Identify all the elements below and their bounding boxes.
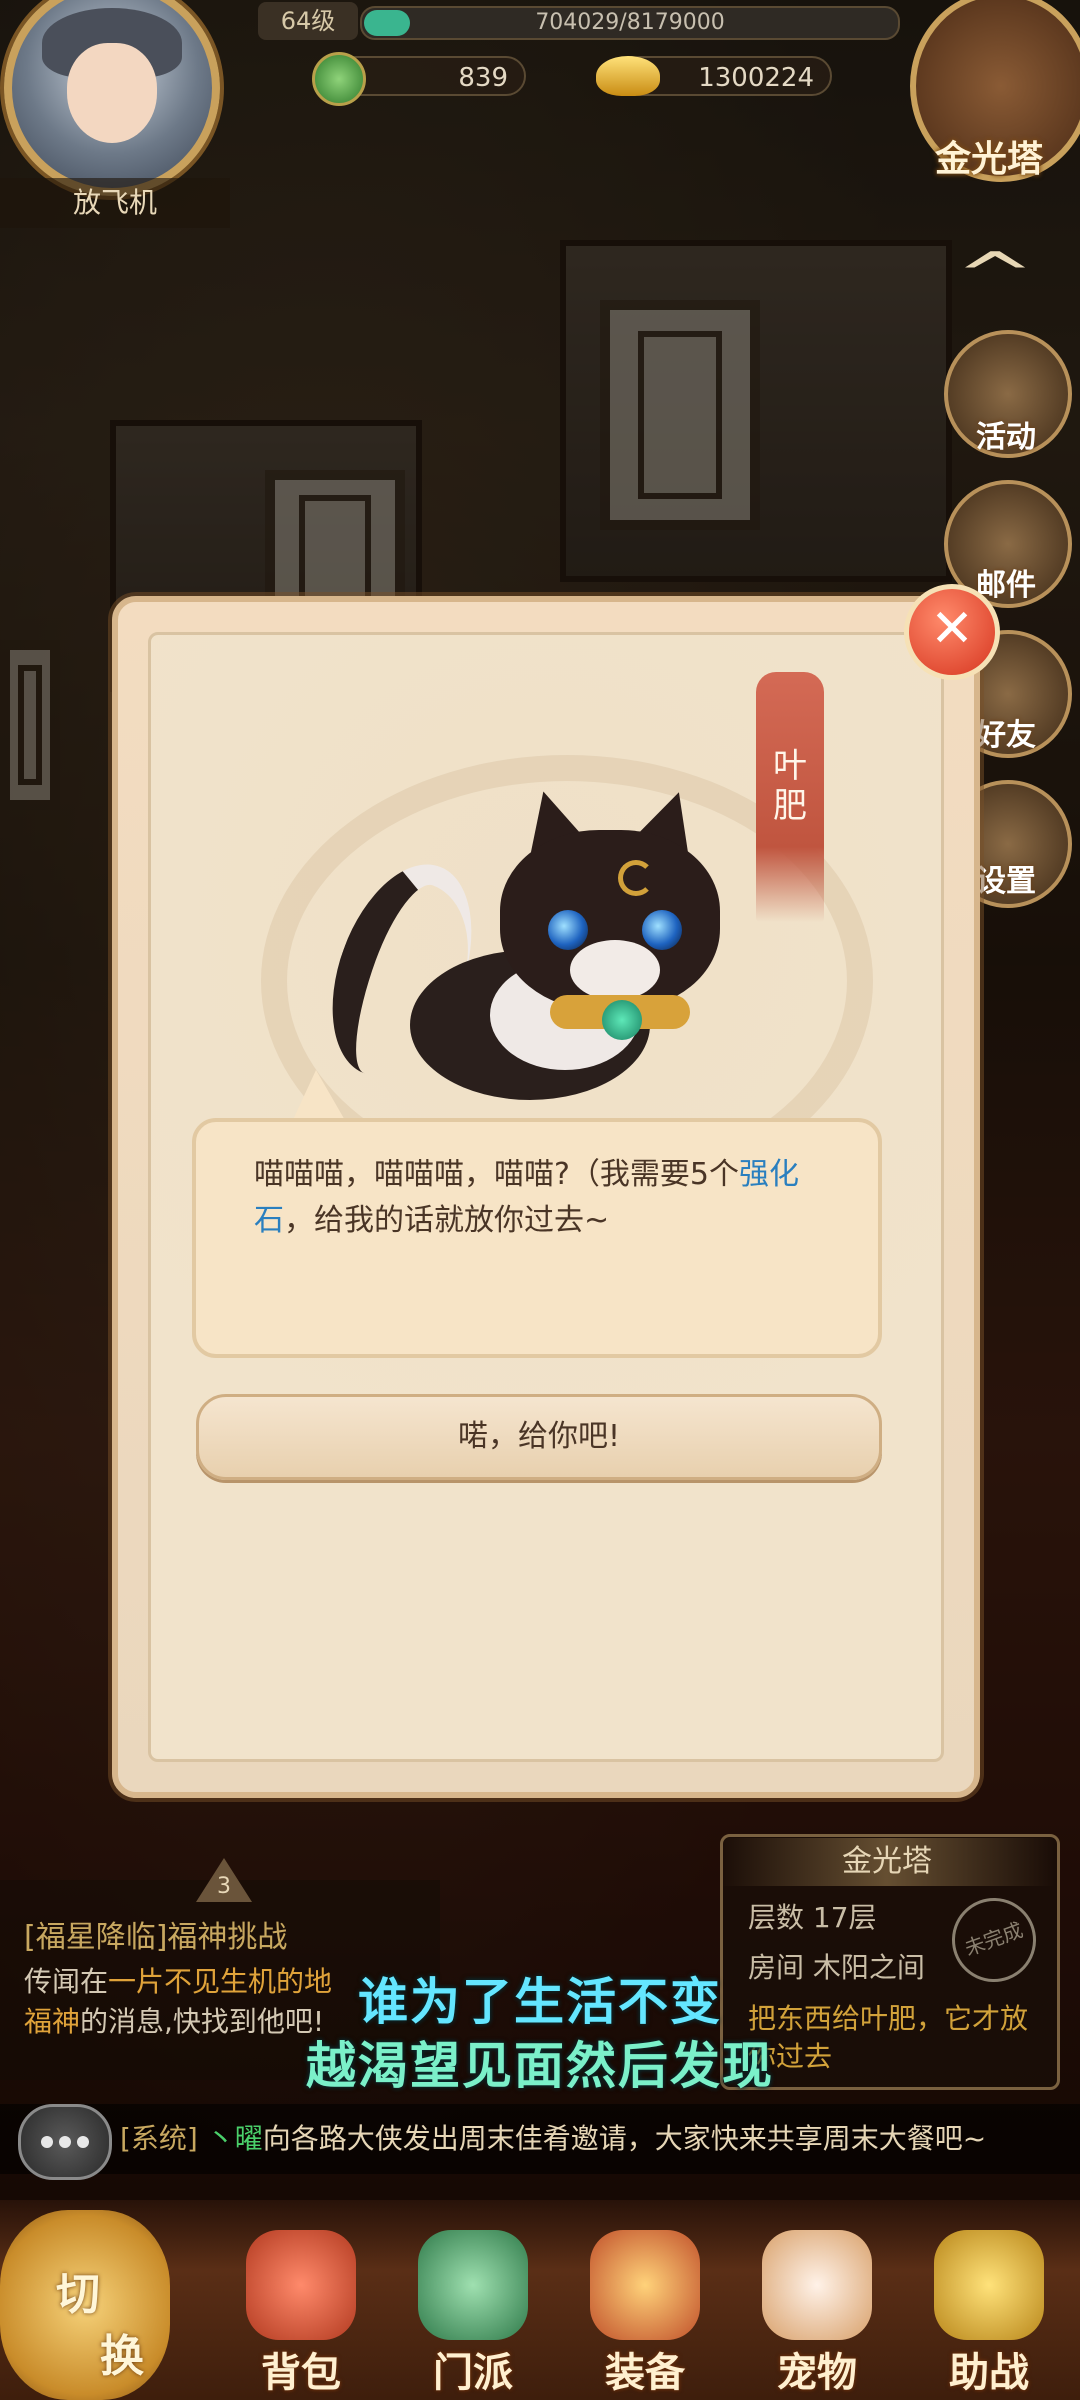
collapse-chevron-icon[interactable]: ^ bbox=[955, 240, 1035, 310]
switch-label-top: 切 bbox=[56, 2269, 100, 2320]
speech-bubble-tail bbox=[292, 1070, 346, 1122]
assist-icon bbox=[934, 2230, 1044, 2340]
pet-label: 宠物 bbox=[777, 2350, 857, 2396]
floor-number: 层数 17层 bbox=[748, 1901, 877, 1934]
chat-text: 向各路大侠发出周末佳肴邀请，大家快来共享周末大餐吧~ bbox=[262, 2122, 987, 2155]
pet-button[interactable]: 宠物 bbox=[742, 2230, 892, 2400]
speech-text-after: ，给我的话就放你过去~ bbox=[284, 1203, 610, 1238]
gold-ingot-icon bbox=[596, 56, 660, 96]
quest-title: [福星降临]福神挑战 bbox=[24, 1920, 288, 1955]
equipment-label: 装备 bbox=[605, 2350, 685, 2396]
bag-button[interactable]: 背包 bbox=[226, 2230, 376, 2400]
equipment-button[interactable]: 装备 bbox=[570, 2230, 720, 2400]
lyric-line-2: 越渴望见面然后发现 bbox=[306, 2037, 774, 2095]
assist-label: 助战 bbox=[949, 2350, 1029, 2396]
floor-info-title: 金光塔 bbox=[720, 1838, 1054, 1886]
pet-icon bbox=[762, 2230, 872, 2340]
equipment-icon bbox=[590, 2230, 700, 2340]
golden-tower-label: 金光塔 bbox=[935, 139, 1044, 180]
cat-muzzle bbox=[570, 940, 660, 1000]
activity-label: 活动 bbox=[976, 420, 1036, 455]
player-name: 放飞机 bbox=[0, 178, 230, 228]
close-dialog-button[interactable]: ✕ bbox=[904, 584, 1000, 680]
assist-button[interactable]: 助战 bbox=[914, 2230, 1064, 2400]
exp-text: 704029/8179000 bbox=[535, 10, 725, 35]
player-level: 64级 bbox=[258, 2, 358, 40]
chat-dot bbox=[41, 2136, 53, 2148]
npc-name: 叶肥 bbox=[773, 746, 807, 826]
npc-cat-portrait bbox=[306, 778, 760, 1120]
exp-bar: 704029/8179000 bbox=[360, 6, 900, 40]
friends-label: 好友 bbox=[976, 718, 1036, 753]
bag-icon bbox=[246, 2230, 356, 2340]
chat-channel: [系统] bbox=[120, 2122, 198, 2155]
npc-speech-text: 喵喵喵，喵喵喵，喵喵?（我需要5个强化石，给我的话就放你过去~ bbox=[254, 1152, 844, 1244]
sect-label: 门派 bbox=[433, 2350, 513, 2396]
lyric-line-1: 谁为了生活不变 bbox=[358, 1973, 722, 2031]
chat-dot bbox=[59, 2136, 71, 2148]
sect-button[interactable]: 门派 bbox=[398, 2230, 548, 2400]
sect-icon bbox=[418, 2230, 528, 2340]
chat-message: [系统] 丶曜向各路大侠发出周末佳肴邀请，大家快来共享周末大餐吧~ bbox=[120, 2104, 1080, 2174]
gold-currency-value: 1300224 bbox=[698, 63, 814, 93]
settings-label: 设置 bbox=[976, 864, 1036, 899]
cat-forehead-mark bbox=[618, 860, 654, 896]
cat-eye bbox=[642, 910, 682, 950]
speech-text-before: 喵喵喵，喵喵喵，喵喵?（我需要5个 bbox=[254, 1157, 740, 1192]
cat-eye bbox=[548, 910, 588, 950]
chat-dot bbox=[77, 2136, 89, 2148]
cat-collar-gem bbox=[602, 1000, 642, 1040]
avatar-face bbox=[67, 43, 157, 143]
bag-label: 背包 bbox=[261, 2350, 341, 2396]
give-item-button[interactable]: 喏，给你吧! bbox=[196, 1394, 882, 1480]
chat-user: 丶曜 bbox=[206, 2122, 263, 2155]
jade-currency-value: 839 bbox=[458, 63, 508, 93]
chat-bubble-icon[interactable] bbox=[18, 2104, 112, 2180]
switch-label-bottom: 换 bbox=[100, 2331, 144, 2382]
jade-coin-icon bbox=[312, 52, 366, 106]
close-icon: ✕ bbox=[930, 599, 974, 659]
speech-bubble: 喵喵喵，喵喵喵，喵喵?（我需要5个强化石，给我的话就放你过去~ bbox=[192, 1118, 882, 1358]
